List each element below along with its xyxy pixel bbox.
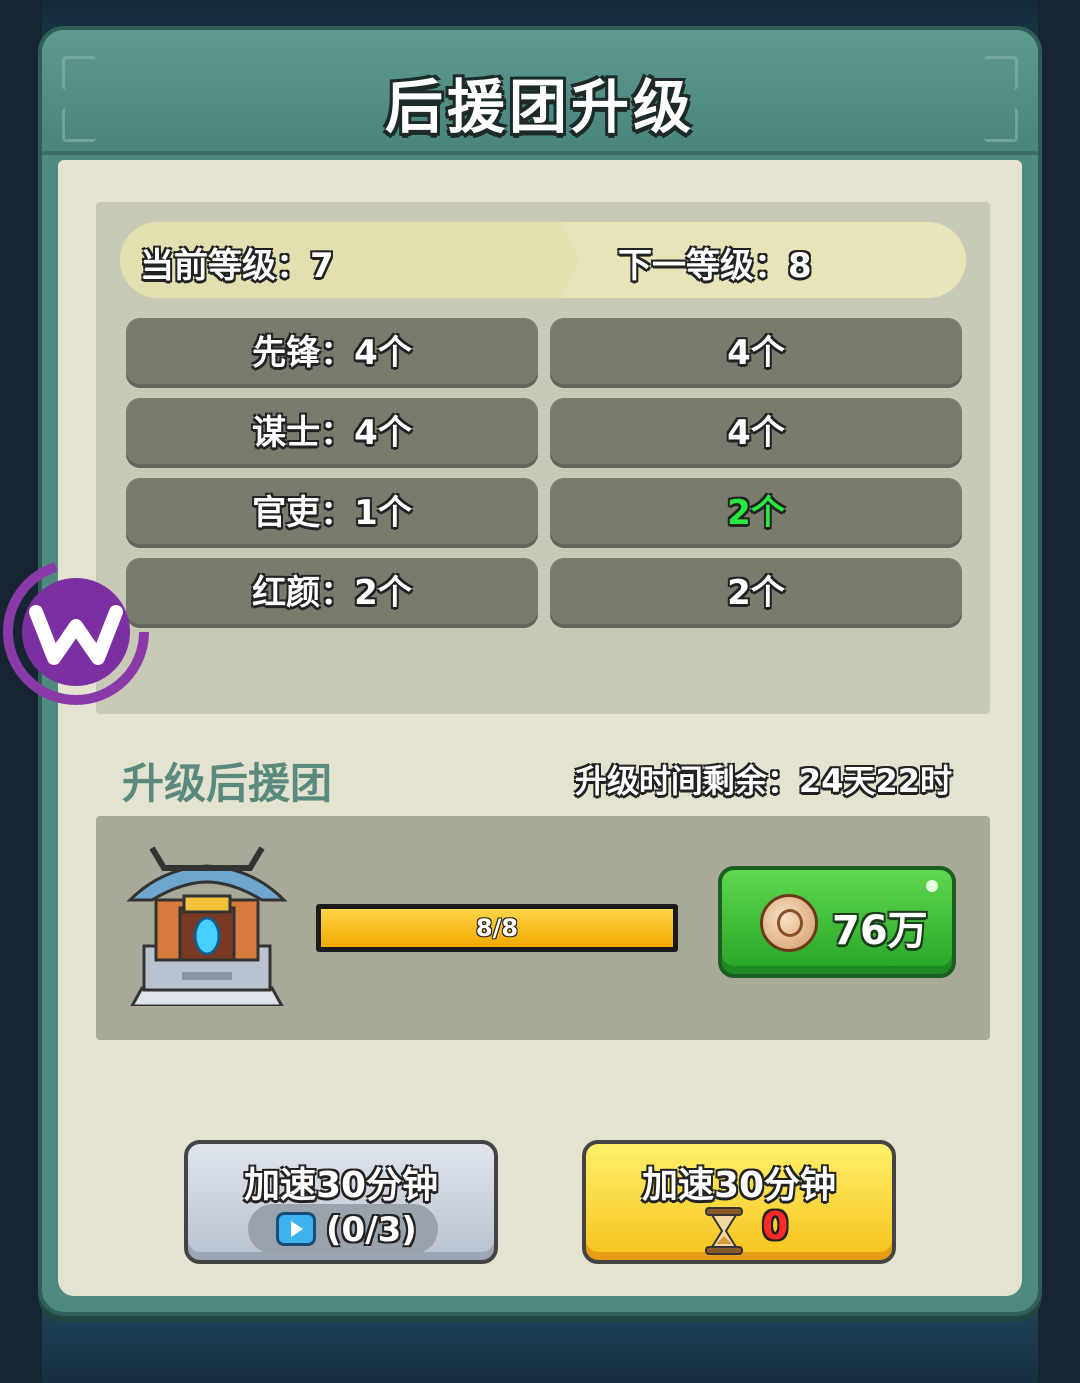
level-compare-bar: 当前等级：7 下一等级：8 [120, 222, 966, 298]
watermark-logo-icon [3, 559, 149, 705]
stat-next-beauty: 2个 [550, 558, 962, 628]
stat-next-strategist: 4个 [550, 398, 962, 468]
dialog-header: 后援团升级 [42, 30, 1038, 155]
hourglass-icon [705, 1207, 743, 1255]
upgrade-progress-bar: 8/8 [316, 904, 678, 952]
stat-current-vanguard: 先锋：4个 [126, 318, 538, 388]
current-level: 当前等级：7 [140, 246, 334, 286]
stat-current-strategist: 谋士：4个 [126, 398, 538, 468]
stat-current-beauty: 红颜：2个 [126, 558, 538, 628]
upgrade-box: 8/8 76万 [96, 816, 990, 1040]
section-title: 升级后援团 [122, 759, 333, 808]
item-speedup-label: 加速30分钟 [641, 1165, 837, 1206]
upgrade-cost-button[interactable]: 76万 [718, 866, 956, 978]
shine-icon [926, 880, 938, 892]
ad-count: (0/3) [326, 1210, 417, 1250]
stat-next-official: 2个 [550, 478, 962, 548]
time-remaining: 升级时间剩余：24天22时 [574, 762, 952, 800]
progress-fill: 8/8 [321, 909, 673, 947]
dialog-body: 当前等级：7 下一等级：8 先锋：4个 4个 谋士：4个 4个 官吏：1个 2个… [58, 160, 1022, 1296]
upgrade-cost: 76万 [832, 908, 928, 954]
tv-ad-icon [276, 1212, 316, 1246]
ad-count-pill: (0/3) [248, 1204, 438, 1254]
item-count: 0 [762, 1204, 789, 1248]
next-level: 下一等级：8 [618, 246, 812, 286]
stat-current-official: 官吏：1个 [126, 478, 538, 548]
item-speedup-button[interactable]: 加速30分钟 0 [582, 1140, 896, 1264]
coin-face-icon [777, 909, 803, 937]
screen-edge-right [1038, 0, 1080, 1383]
ad-speedup-label: 加速30分钟 [243, 1165, 439, 1206]
coin-icon [760, 894, 818, 952]
stat-next-vanguard: 4个 [550, 318, 962, 388]
upgrade-dialog: 后援团升级 当前等级：7 下一等级：8 先锋：4个 4个 谋士：4个 4个 官吏… [38, 26, 1042, 1316]
dialog-title: 后援团升级 [384, 73, 695, 141]
level-info-box: 当前等级：7 下一等级：8 先锋：4个 4个 谋士：4个 4个 官吏：1个 2个… [96, 202, 990, 714]
ad-speedup-button[interactable]: 加速30分钟 (0/3) [184, 1140, 498, 1264]
building-icon [126, 846, 288, 1006]
